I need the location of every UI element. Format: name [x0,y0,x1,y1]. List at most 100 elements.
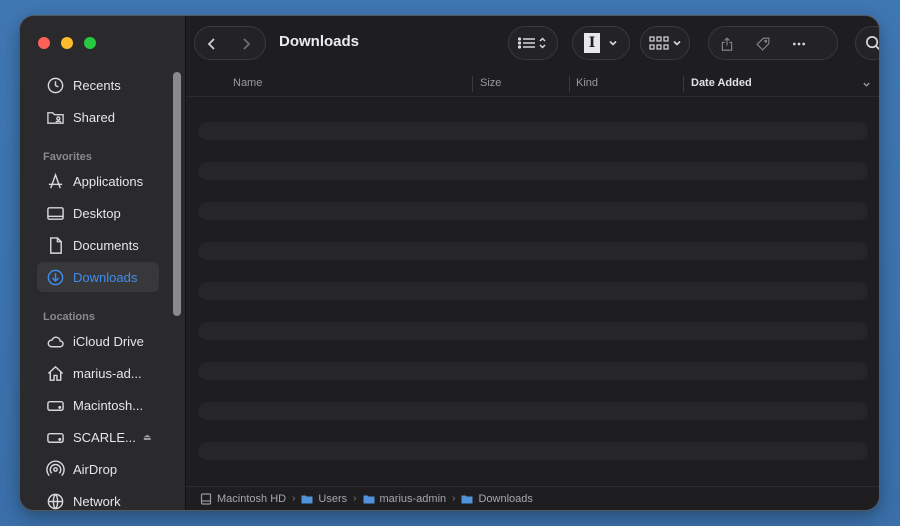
list-view-icon [518,37,546,49]
chevron-down-icon [609,40,617,46]
more-button[interactable] [786,33,812,55]
network-icon [45,491,65,510]
sidebar-item-desktop[interactable]: Desktop [37,198,159,228]
text-cursor-icon: I [584,33,600,53]
drive-icon [45,395,65,415]
sidebar-item-label: Macintosh... [73,397,144,413]
text-cursor-dropdown[interactable]: I [572,26,630,60]
group-by-dropdown[interactable] [640,26,690,60]
sidebar-item-label: Recents [73,77,121,93]
path-crumb-downloads[interactable]: Downloads [461,492,533,505]
column-header-row: Name Size Kind Date Added [186,72,879,97]
clock-icon [45,75,65,95]
main-content: Downloads I Name Size Kind Date Added Ma… [186,16,879,510]
sidebar-item-documents[interactable]: Documents [37,230,159,260]
view-mode-button[interactable] [508,26,558,60]
download-icon [45,267,65,287]
sidebar: Recents Shared Favorites Applications De… [20,16,186,510]
chevron-down-icon [672,40,681,46]
finder-window: Recents Shared Favorites Applications De… [20,16,879,510]
tag-icon [756,37,770,51]
path-crumb-users[interactable]: Users [301,493,347,505]
sidebar-item-label: Documents [73,237,139,253]
sidebar-item-downloads[interactable]: Downloads [37,262,159,292]
desktop-icon [45,203,65,223]
cloud-icon [45,331,65,351]
path-crumb-label: Users [318,492,348,505]
sidebar-item-icloud-drive[interactable]: iCloud Drive [37,326,159,356]
sidebar-item-label: Desktop [73,205,121,221]
sidebar-item-label: Downloads [73,269,138,285]
sidebar-item-network[interactable]: Network [37,486,159,510]
zoom-button[interactable] [84,37,96,49]
eject-icon[interactable]: ⏏ [143,432,152,443]
column-divider[interactable] [569,76,570,92]
path-bar: Macintosh HD › Users › marius-admin › Do… [186,486,879,510]
window-title: Downloads [279,33,360,50]
list-item-placeholder [198,242,868,260]
column-divider[interactable] [683,76,684,92]
folder-icon [301,495,313,503]
forward-button[interactable] [235,33,257,55]
sidebar-item-label: marius-ad... [73,365,142,381]
back-button[interactable] [201,33,223,55]
close-button[interactable] [38,37,50,49]
list-item-placeholder [198,402,868,420]
sidebar-item-label: iCloud Drive [73,333,144,349]
applications-icon [45,171,65,191]
path-crumb-label: marius-admin [379,492,447,505]
home-icon [45,363,65,383]
path-crumb-label: Downloads [478,492,533,505]
column-divider[interactable] [472,76,473,92]
column-header-size[interactable]: Size [480,77,501,89]
more-icon [793,42,805,46]
folder-icon [461,495,473,503]
column-header-date-added[interactable]: Date Added [691,77,752,89]
sidebar-item-label: Shared [73,109,115,125]
path-crumb-macintosh-hd[interactable]: Macintosh HD [200,493,286,505]
sidebar-item-home[interactable]: marius-ad... [37,358,159,388]
search-button[interactable] [855,26,879,60]
sidebar-item-shared[interactable]: Shared [37,102,159,132]
minimize-button[interactable] [61,37,73,49]
folder-icon [363,495,374,503]
sidebar-item-label: Network [73,493,121,509]
sidebar-item-airdrop[interactable]: AirDrop [37,454,159,484]
list-item-placeholder [198,282,868,300]
sidebar-item-recents[interactable]: Recents [37,70,159,100]
search-icon [865,35,879,51]
path-separator-icon: › [452,493,456,504]
path-crumb-label: Macintosh HD [217,492,287,505]
grid-group-icon [648,36,669,50]
list-item-placeholder [198,442,868,460]
section-label-favorites: Favorites [43,151,92,163]
document-icon [45,235,65,255]
path-separator-icon: › [353,493,357,504]
sidebar-item-label: SCARLE... [73,429,136,445]
share-button[interactable] [714,33,740,55]
sidebar-item-applications[interactable]: Applications [37,166,159,196]
list-item-placeholder [198,362,868,380]
tag-button[interactable] [750,33,776,55]
list-item-placeholder [198,202,868,220]
list-item-placeholder [198,122,868,140]
path-crumb-marius-admin[interactable]: marius-admin [363,492,447,505]
external-drive-icon [45,427,65,447]
sidebar-item-macintosh-hd[interactable]: Macintosh... [37,390,159,420]
column-header-name[interactable]: Name [233,77,262,89]
sidebar-item-external-drive[interactable]: SCARLE... ⏏ [37,422,159,452]
column-header-kind[interactable]: Kind [576,77,598,89]
drive-icon [200,492,212,505]
share-icon [721,37,733,51]
airdrop-icon [45,459,65,479]
sort-chevron-icon[interactable] [862,80,871,89]
list-item-placeholder [198,162,868,180]
section-label-locations: Locations [43,311,95,323]
path-separator-icon: › [292,493,296,504]
sidebar-item-label: Applications [73,173,144,189]
toolbar: Downloads I [186,16,879,72]
sidebar-scrollbar[interactable] [173,72,181,316]
shared-folder-icon [45,107,65,127]
sidebar-item-label: AirDrop [73,461,118,477]
list-item-placeholder [198,322,868,340]
